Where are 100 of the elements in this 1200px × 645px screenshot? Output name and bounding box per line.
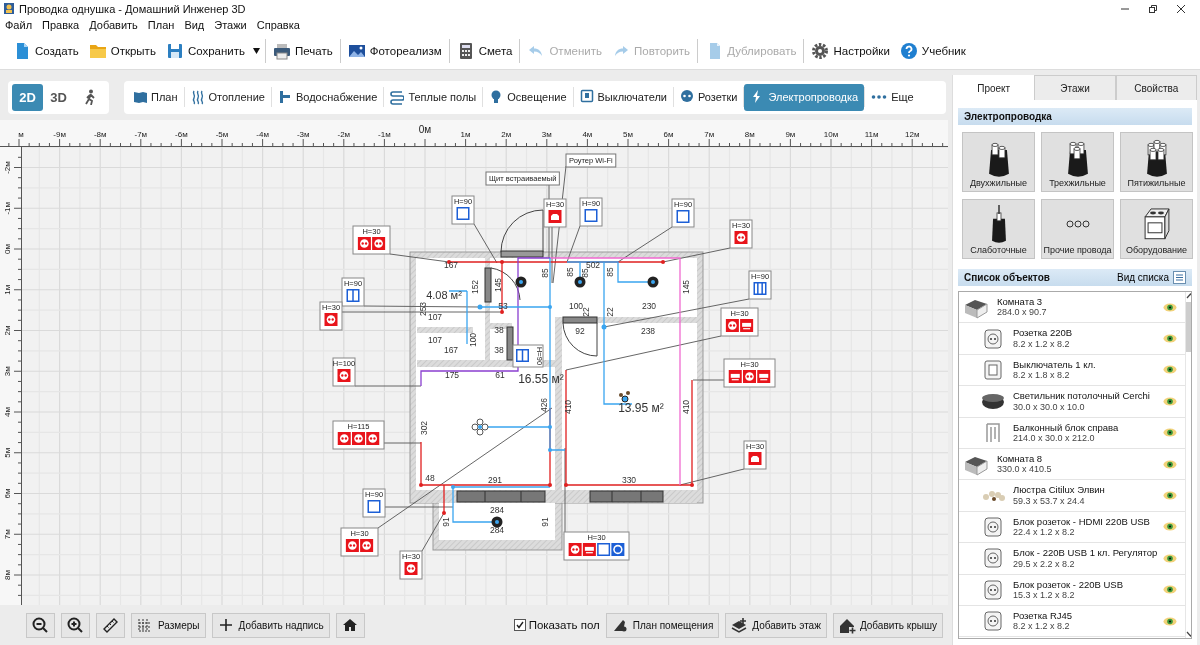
object-name: Розетка 220В (1013, 327, 1074, 339)
eye-icon[interactable] (1163, 491, 1178, 501)
object-size: 214.0 x 30.0 x 212.0 (1013, 433, 1096, 444)
toolbar-button[interactable]: Добавить этаж (725, 612, 827, 638)
checkbox[interactable] (513, 619, 526, 631)
object-name: Комната 8 (997, 453, 1044, 465)
cable-tile-button[interactable]: Пятижильные (1120, 132, 1193, 192)
eye-icon[interactable] (1163, 522, 1178, 532)
eye-icon[interactable] (1163, 553, 1178, 563)
ruler-icon (102, 616, 119, 634)
menu-item[interactable]: Справка (256, 19, 300, 31)
eye-icon[interactable] (1163, 585, 1178, 595)
eye-icon[interactable] (1163, 302, 1178, 312)
object-size: 22.4 x 1.2 x 8.2 (1013, 527, 1076, 538)
mode-tab[interactable]: Теплые полы (384, 83, 483, 111)
panel-tab[interactable]: Проект (953, 75, 1035, 100)
eye-icon[interactable] (1163, 365, 1178, 375)
home-button[interactable] (335, 612, 365, 638)
mode-tab[interactable]: Выключатели (573, 83, 673, 111)
ruler-label: 0м (418, 124, 432, 135)
mode-tab[interactable]: Водоснабжение (271, 83, 384, 111)
dimension-label: 284 (489, 505, 505, 516)
eye-icon[interactable] (1163, 428, 1178, 438)
mode-tab[interactable]: Электропроводка (744, 83, 865, 111)
mode-tab[interactable]: План (127, 83, 184, 111)
toolbar-button[interactable]: Смета (453, 39, 516, 63)
more-button[interactable]: Еще (865, 83, 920, 111)
dimension-label: 238 (640, 326, 656, 337)
object-size: 8.2 x 1.2 x 8.2 (1013, 621, 1071, 633)
cable-tile-button[interactable]: Оборудование (1120, 199, 1193, 259)
ruler-button[interactable] (96, 612, 125, 638)
window-title: Проводка однушка - Домашний Инженер 3D (19, 2, 247, 15)
caret-icon[interactable] (252, 47, 262, 55)
home-icon (341, 616, 359, 634)
toolbar-button[interactable]: Открыть (85, 39, 159, 63)
toolbar-button[interactable]: Размеры (131, 612, 206, 638)
toolbar-button[interactable]: План помещения (605, 612, 720, 638)
list-item[interactable]: Блок розеток - HDMI 220В USB 22.4 x 1.2 x 8.2 (959, 511, 1186, 544)
switch-icon (579, 89, 594, 105)
menu-item[interactable]: Этажи (214, 19, 247, 31)
list-item[interactable]: Люстра Citilux Элвин 59.3 x 53.7 x 24.4 (959, 480, 1186, 512)
list-item[interactable]: Светильник потолочный Cerchi 30.0 x 30.0 x 10.0 (959, 386, 1186, 418)
menu-item[interactable]: Вид (184, 19, 205, 31)
list-item[interactable]: Блок - 220В USB 1 кл. Регулятор 29.5 x 2.2 x 8.2 (959, 543, 1186, 575)
eye-icon[interactable] (1163, 334, 1178, 344)
list-item[interactable]: Комната 3 284.0 x 90.7 (959, 292, 1186, 324)
menu-item[interactable]: Добавить (89, 19, 138, 31)
object-size: 330.0 x 410.5 (997, 464, 1053, 476)
zoom-out-button[interactable] (26, 612, 55, 638)
eye-icon[interactable] (1163, 616, 1178, 626)
toolbar-button[interactable]: Настройки (808, 39, 893, 63)
house-plus-icon (838, 616, 856, 634)
zoom-out-icon (32, 616, 49, 634)
eye-icon[interactable] (1163, 459, 1178, 469)
eye-icon[interactable] (1163, 396, 1178, 406)
list-item[interactable]: Выключатель 1 кл. 8.2 x 1.8 x 8.2 (959, 354, 1186, 387)
ruler-label: 3м (541, 130, 552, 139)
dimension-label: 145 (681, 279, 692, 295)
toolbar-button[interactable]: Учебник (896, 39, 969, 63)
ceiling-lamp-icon (491, 516, 503, 528)
view-mode-button[interactable]: 3D (43, 83, 74, 111)
menu-item[interactable]: План (147, 19, 175, 31)
toolbar-button[interactable]: Сохранить (162, 39, 249, 63)
mode-tab[interactable]: Освещение (483, 83, 573, 111)
list-item[interactable]: Балконный блок справа 214.0 x 30.0 x 212.0 (959, 417, 1186, 449)
list-item[interactable]: Розетка RJ45 8.2 x 1.2 x 8.2 (959, 605, 1186, 638)
door-icon (562, 316, 598, 357)
object-size: 15.3 x 1.2 x 8.2 (1013, 590, 1076, 601)
dimension-label: 152 (470, 279, 481, 295)
checkbox-label[interactable]: Показать пол (528, 619, 600, 631)
restore-icon[interactable] (1148, 3, 1158, 14)
list-item[interactable]: Блок розеток - 220В USB 15.3 x 1.2 x 8.2 (959, 574, 1186, 606)
list-item[interactable]: Розетка 220В 8.2 x 1.2 x 8.2 (959, 323, 1186, 355)
ruler-label: 8м (3, 570, 12, 580)
view-list-button[interactable]: Вид списка (1116, 271, 1186, 284)
menu-item[interactable]: Правка (42, 19, 80, 31)
menu-item[interactable]: Файл (5, 19, 33, 31)
mode-tab[interactable]: Отопление (184, 83, 271, 111)
toolbar-button[interactable]: Создать (10, 39, 82, 63)
close-icon[interactable] (1176, 3, 1186, 14)
object-name: Выключатель 1 кл. (1013, 358, 1097, 371)
cable-tile-button[interactable]: Слаботочные (962, 199, 1035, 259)
list-item[interactable]: Комната 8 330.0 x 410.5 (959, 448, 1186, 481)
ruler-label: 10м (823, 130, 839, 139)
panel-tab[interactable]: Свойства (1115, 75, 1197, 100)
toolbar-button[interactable]: Добавить надпись (211, 612, 330, 638)
toolbar-button[interactable]: Фотореализм (344, 39, 445, 63)
zoom-in-button[interactable] (61, 612, 90, 638)
ruler-label: -7м (134, 130, 148, 139)
cable-tile-button[interactable]: Двухжильные (962, 132, 1035, 192)
cable-tile-button[interactable]: Трехжильные (1041, 132, 1114, 192)
mode-tab[interactable]: Розетки (673, 83, 744, 111)
socket-icon (743, 370, 756, 383)
circles-icon (1065, 220, 1090, 228)
cable-tile-button[interactable]: Прочие провода (1041, 199, 1114, 259)
room-area-label: 16.55 м² (518, 372, 564, 387)
toolbar-button[interactable]: Печать (270, 39, 336, 63)
view-mode-button[interactable]: 2D (12, 83, 43, 111)
toolbar-button[interactable]: Добавить крышу (832, 612, 943, 638)
panel-tab[interactable]: Этажи (1034, 75, 1116, 100)
